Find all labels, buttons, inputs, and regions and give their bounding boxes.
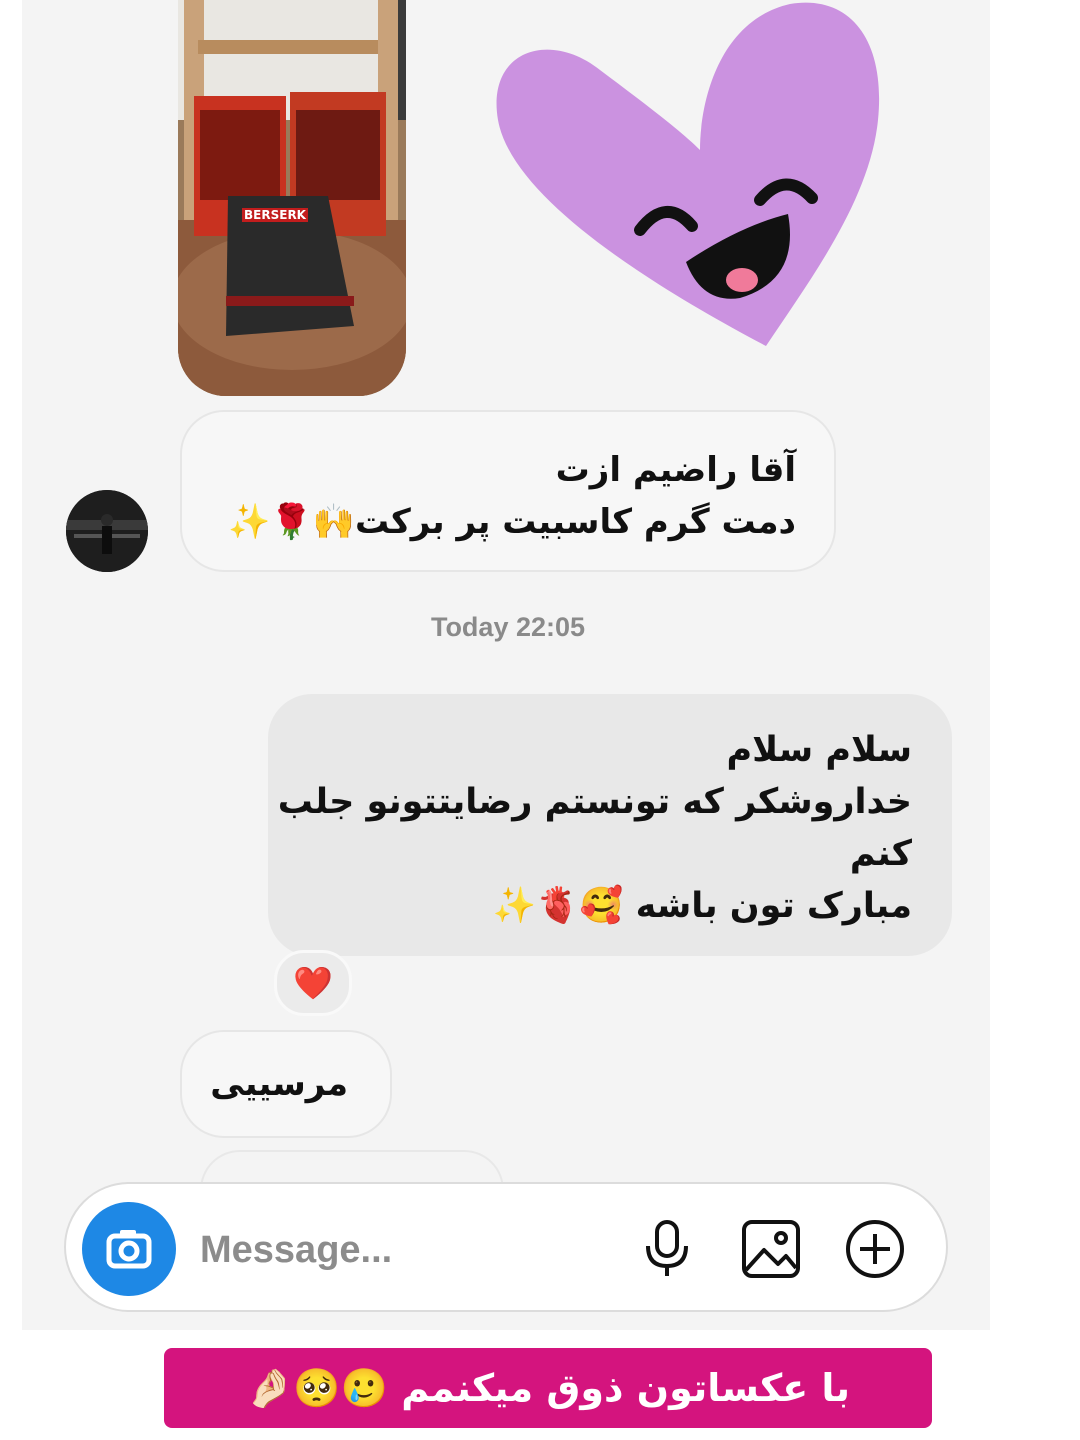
book-title: BERSERK bbox=[244, 208, 307, 222]
message-timestamp: Today 22:05 bbox=[430, 612, 586, 642]
message-text: مرسییی bbox=[210, 1064, 348, 1104]
caption-banner: با عکساتون ذوق میکنمم 🥲🥺🤌🏻 bbox=[164, 1348, 932, 1428]
received-message-bubble[interactable]: آقا راضیم ازت دمت گرم کاسبیت پر برکت🙌🌹✨ bbox=[180, 410, 836, 572]
camera-button[interactable] bbox=[82, 1202, 176, 1296]
shared-photo[interactable]: BERSERK bbox=[178, 0, 406, 396]
camera-icon bbox=[106, 1230, 152, 1269]
smiling-heart-icon bbox=[496, 2, 880, 347]
heart-reaction[interactable]: ❤️ bbox=[274, 950, 352, 1016]
message-input[interactable] bbox=[198, 1220, 502, 1280]
microphone-button[interactable] bbox=[634, 1216, 700, 1282]
message-composer bbox=[64, 1182, 948, 1312]
plus-circle-icon bbox=[846, 1220, 904, 1278]
message-line: سلام سلام bbox=[726, 730, 912, 770]
message-line: آقا راضیم ازت bbox=[555, 450, 796, 490]
gallery-icon bbox=[742, 1220, 800, 1278]
sender-avatar[interactable] bbox=[66, 490, 148, 572]
message-line: کنم bbox=[849, 834, 912, 874]
gallery-button[interactable] bbox=[738, 1216, 804, 1282]
add-button[interactable] bbox=[842, 1216, 908, 1282]
message-line: خداروشکر که تونستم رضایتتونو جلب bbox=[277, 782, 912, 822]
microphone-icon bbox=[646, 1220, 688, 1276]
sent-message-bubble[interactable]: سلام سلام خداروشکر که تونستم رضایتتونو ج… bbox=[268, 694, 952, 956]
message-line: مبارک تون باشه 🥰🫀✨ bbox=[492, 886, 912, 926]
message-line: دمت گرم کاسبیت پر برکت🙌🌹✨ bbox=[227, 502, 796, 542]
heart-sticker[interactable] bbox=[490, 0, 890, 350]
received-message-bubble[interactable]: مرسییی bbox=[180, 1030, 392, 1138]
